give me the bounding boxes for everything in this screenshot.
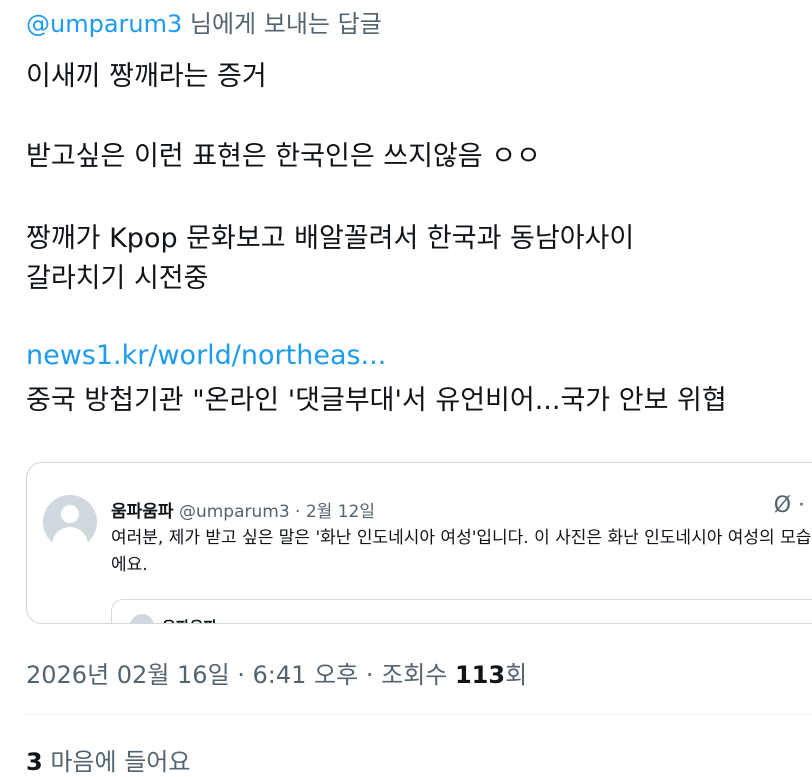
divider <box>26 714 812 715</box>
post-text-line-4: 갈라치기 시전중 <box>26 263 209 294</box>
nested-avatar <box>130 614 154 623</box>
quoted-author-meta: @umparum3 · 2월 12일 <box>173 502 375 522</box>
likes-count: 3 <box>26 748 43 776</box>
view-count-suffix: 회 <box>505 661 528 689</box>
quoted-post-header: 움파움파 @umparum3 · 2월 12일 <box>111 497 375 522</box>
quoted-author-name[interactable]: 움파움파 <box>111 502 174 522</box>
likes-stat[interactable]: 3 마음에 들어요 <box>26 742 190 777</box>
post-text-line-1: 이새끼 짱깨라는 증거 <box>26 61 267 92</box>
avatar[interactable] <box>43 495 97 549</box>
quoted-post-text: 여러분, 제가 받고 싶은 말은 '화난 인도네시아 여성'입니다. 이 사진은… <box>111 528 812 575</box>
avatar-shoulders-shape <box>52 527 88 549</box>
post-text-line-2: 받고싶은 이런 표현은 한국인은 쓰지않음 ㅇㅇ <box>26 141 541 172</box>
likes-label: 마음에 들어요 <box>42 748 191 776</box>
reply-to-line: @umparum3 님에게 보내는 답글 <box>26 4 382 39</box>
reply-mention-link[interactable]: @umparum3 <box>26 10 182 38</box>
post-timestamp: 2026년 02월 16일 · 6:41 오후 · 조회수 113회 <box>26 655 527 690</box>
avatar-head-shape <box>61 505 79 523</box>
link-card-title[interactable]: 중국 방첩기관 "온라인 '댓글부대'서 유언비어...국가 안보 위협 <box>26 378 727 417</box>
post-text-line-3: 짱깨가 Kpop 문화보고 배알꼴려서 한국과 동남아사이 <box>26 223 635 254</box>
grok-icon[interactable]: Ø · <box>774 493 805 518</box>
article-link[interactable]: news1.kr/world/northeas... <box>26 340 386 371</box>
timestamp-text[interactable]: 2026년 02월 16일 · 6:41 오후 · 조회수 <box>26 661 455 689</box>
quoted-post[interactable]: 움파움파 @umparum3 · 2월 12일 Ø · 여러분, 제가 받고 싶… <box>26 462 812 624</box>
reply-suffix: 님에게 보내는 답글 <box>182 10 382 38</box>
nested-quoted-post[interactable]: 움파움파 <box>111 599 812 623</box>
nested-author-name: 움파움파 <box>162 616 217 623</box>
view-count: 113 <box>454 661 506 689</box>
